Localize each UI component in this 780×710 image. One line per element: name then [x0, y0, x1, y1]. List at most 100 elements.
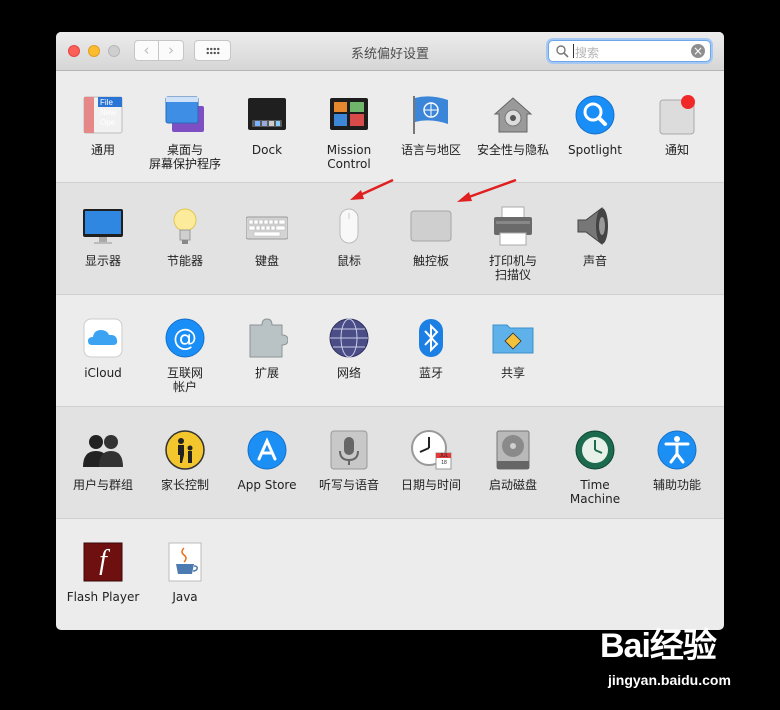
accessibility-icon [656, 429, 698, 471]
pref-java[interactable]: Java [144, 541, 226, 604]
pref-internet-accounts[interactable]: @ 互联网 帐户 [144, 317, 226, 394]
section-internet: iCloud @ 互联网 帐户 扩展 网络 蓝牙 共享 [56, 295, 724, 406]
system-preferences-window: ‹ › 系统偏好设置 搜索 × File New Ope 通用 桌面与 屏幕保护… [56, 32, 724, 630]
pref-label: 网络 [336, 366, 361, 380]
spotlight-magnifier-icon [574, 94, 616, 136]
dock-icon [246, 94, 288, 136]
clear-search-icon[interactable]: × [691, 44, 705, 58]
pref-trackpad[interactable]: 触控板 [390, 205, 472, 268]
printer-icon [492, 205, 534, 247]
pref-energy[interactable]: 节能器 [144, 205, 226, 268]
pref-spotlight[interactable]: Spotlight [554, 94, 636, 157]
text-caret [573, 44, 574, 58]
pref-keyboard[interactable]: 键盘 [226, 205, 308, 268]
flash-logo-text: f [99, 545, 107, 576]
pref-label: 打印机与 扫描仪 [488, 254, 537, 282]
pref-label: 触控板 [412, 254, 449, 268]
flash-player-icon: f [82, 541, 124, 583]
bluetooth-icon [410, 317, 452, 359]
pref-label: Flash Player [66, 590, 140, 604]
general-icon-text: File New Ope [100, 98, 117, 127]
pref-bluetooth[interactable]: 蓝牙 [390, 317, 472, 380]
pref-accessibility[interactable]: 辅助功能 [636, 429, 718, 492]
at-sign-icon: @ [164, 317, 206, 359]
pref-label: 显示器 [84, 254, 121, 268]
speaker-icon [574, 205, 616, 247]
pref-label: 通用 [90, 143, 115, 157]
pref-label: 家长控制 [160, 478, 209, 492]
clock-calendar-icon: JUL 18 [410, 429, 452, 471]
pref-label: 互联网 帐户 [166, 366, 203, 394]
pref-language[interactable]: 语言与地区 [390, 94, 472, 157]
pref-sound[interactable]: 声音 [554, 205, 636, 268]
parental-controls-icon [164, 429, 206, 471]
pref-label: 桌面与 屏幕保护程序 [148, 143, 221, 171]
keyboard-icon [245, 205, 289, 247]
pref-desktop[interactable]: 桌面与 屏幕保护程序 [144, 94, 226, 171]
pref-datetime[interactable]: JUL 18 日期与时间 [390, 429, 472, 492]
pref-label: 鼠标 [336, 254, 361, 268]
section-system: 用户与群组 家长控制 App Store 听写与语音 JUL 18 日期与时间 … [56, 407, 724, 518]
time-machine-icon [574, 429, 616, 471]
pref-label: 声音 [582, 254, 607, 268]
java-cup-icon [164, 541, 206, 583]
pref-icloud[interactable]: iCloud [62, 317, 144, 380]
energy-bulb-icon [164, 205, 206, 247]
pref-parental[interactable]: 家长控制 [144, 429, 226, 492]
watermark-logo: Bai经验 [600, 627, 717, 665]
pref-dock[interactable]: Dock [226, 94, 308, 157]
pref-label: Dock [251, 143, 283, 157]
pref-sharing[interactable]: 共享 [472, 317, 554, 380]
svg-text:@: @ [173, 324, 197, 352]
pref-extensions[interactable]: 扩展 [226, 317, 308, 380]
pref-label: 蓝牙 [418, 366, 443, 380]
section-other: f Flash Player Java [56, 519, 724, 630]
pref-mission-control[interactable]: Mission Control [308, 94, 390, 171]
pref-label: Time Machine [569, 478, 621, 506]
search-placeholder: 搜索 [575, 46, 600, 60]
language-region-flag-icon [410, 94, 452, 136]
display-monitor-icon [82, 205, 124, 247]
pref-users[interactable]: 用户与群组 [62, 429, 144, 492]
pref-mouse[interactable]: 鼠标 [308, 205, 390, 268]
desktop-screensaver-icon [164, 94, 206, 136]
pref-general[interactable]: File New Ope 通用 [62, 94, 144, 157]
pref-label: 日期与时间 [400, 478, 461, 492]
pref-network[interactable]: 网络 [308, 317, 390, 380]
section-personal: File New Ope 通用 桌面与 屏幕保护程序 Dock Mission … [56, 71, 724, 182]
pref-label: Java [172, 590, 198, 604]
pref-label: 听写与语音 [318, 478, 379, 492]
pref-security[interactable]: 安全性与隐私 [472, 94, 554, 157]
pref-label: 共享 [500, 366, 525, 380]
general-icon: File New Ope [82, 94, 124, 136]
pref-dictation[interactable]: 听写与语音 [308, 429, 390, 492]
users-icon [82, 429, 124, 471]
search-field[interactable]: 搜索 × [548, 40, 711, 62]
calendar-date-text: JUL 18 [439, 453, 449, 466]
pref-notifications[interactable]: 通知 [636, 94, 718, 157]
pref-label: 通知 [664, 143, 689, 157]
pref-flash[interactable]: f Flash Player [62, 541, 144, 604]
pref-label: 启动磁盘 [488, 478, 537, 492]
pref-app-store[interactable]: App Store [226, 429, 308, 492]
baidu-jingyan-watermark: Bai经验 jingyan.baidu.com [596, 616, 776, 696]
puzzle-piece-icon [246, 317, 289, 359]
pref-label: 键盘 [254, 254, 279, 268]
pref-printers[interactable]: 打印机与 扫描仪 [472, 205, 554, 282]
pref-label: App Store [237, 478, 297, 492]
pref-label: 辅助功能 [652, 478, 701, 492]
pref-label: 语言与地区 [400, 143, 461, 157]
pref-time-machine[interactable]: Time Machine [554, 429, 636, 506]
watermark-url: jingyan.baidu.com [608, 672, 731, 688]
title-bar: ‹ › 系统偏好设置 搜索 × [56, 32, 724, 71]
pref-displays[interactable]: 显示器 [62, 205, 144, 268]
pref-startup-disk[interactable]: 启动磁盘 [472, 429, 554, 492]
network-globe-icon [328, 317, 370, 359]
app-store-icon [246, 429, 288, 471]
mission-control-icon [328, 94, 370, 136]
icloud-icon [82, 317, 124, 359]
section-hardware: 显示器 节能器 键盘 鼠标 触控板 打印机与 扫描仪 声音 [56, 183, 724, 294]
pref-label: 安全性与隐私 [476, 143, 549, 157]
sharing-folder-icon [492, 317, 534, 359]
security-house-icon [492, 94, 534, 136]
